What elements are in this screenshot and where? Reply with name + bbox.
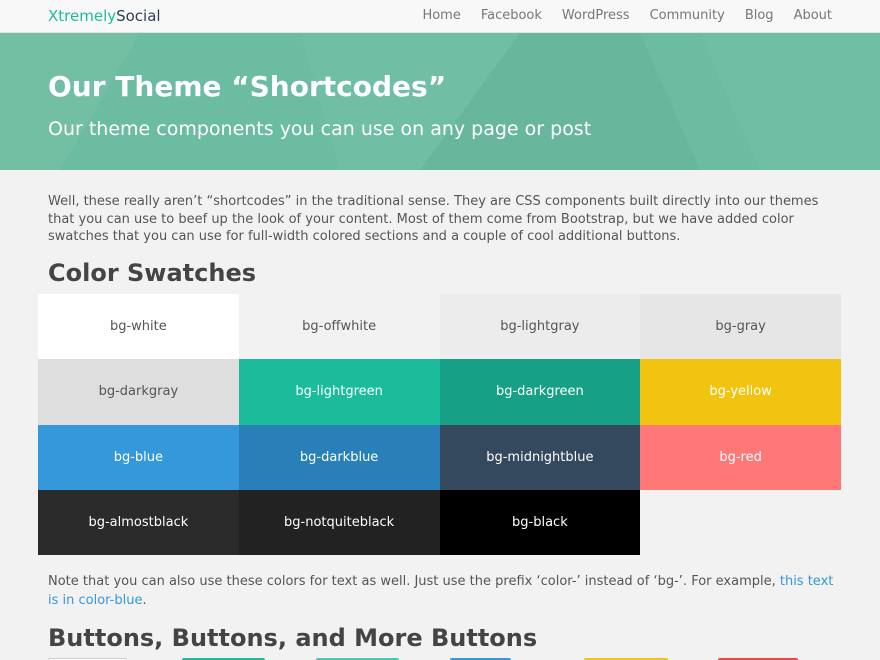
color-swatch-blue: bg-blue — [38, 424, 239, 490]
nav-home-link[interactable]: Home — [422, 6, 460, 26]
color-swatch-yellow: bg-yellow — [640, 359, 841, 425]
brand-name-part2: Social — [116, 7, 161, 25]
color-swatch-grid: bg-white bg-offwhite bg-lightgray bg-gray bg… — [38, 294, 841, 555]
color-swatch-darkgreen: bg-darkgreen — [439, 359, 641, 425]
color-swatches-heading: Color Swatches — [48, 259, 257, 287]
color-swatch-lightgreen: bg-lightgreen — [238, 359, 440, 425]
page-title: Our Theme “Shortcodes” — [48, 70, 447, 103]
color-swatch-notquiteblack: bg-notquiteblack — [238, 489, 440, 555]
color-swatch-white: bg-white — [38, 294, 239, 360]
color-note-paragraph: Note that you can also use these colors … — [48, 572, 838, 610]
nav-community-link[interactable]: Community — [650, 6, 725, 26]
nav-blog-link[interactable]: Blog — [745, 6, 774, 26]
color-swatch-gray: bg-gray — [640, 294, 841, 360]
nav-about-link[interactable]: About — [794, 6, 832, 26]
color-swatch-lightgray: bg-lightgray — [439, 294, 641, 360]
color-swatch-almostblack: bg-almostblack — [38, 489, 239, 555]
color-swatch-darkgray: bg-darkgray — [38, 359, 239, 425]
nav-facebook-link[interactable]: Facebook — [481, 6, 542, 26]
color-swatch-darkblue: bg-darkblue — [238, 424, 440, 490]
color-note-text: Note that you can also use these colors … — [48, 574, 780, 589]
color-swatch-black: bg-black — [439, 489, 641, 555]
color-swatch-offwhite: bg-offwhite — [238, 294, 440, 360]
color-swatch-red: bg-red — [640, 424, 841, 490]
main-nav: Home Facebook WordPress Community Blog A… — [422, 6, 832, 26]
page-subtitle: Our theme components you can use on any … — [48, 118, 592, 140]
navbar: XtremelySocial Home Facebook WordPress C… — [0, 0, 880, 33]
color-note-end: . — [142, 593, 147, 608]
nav-wordpress-link[interactable]: WordPress — [562, 6, 630, 26]
brand-name-part1: Xtremely — [48, 7, 117, 25]
page-header-banner: Our Theme “Shortcodes” Our theme compone… — [0, 33, 880, 170]
intro-paragraph: Well, these really aren’t “shortcodes” i… — [48, 194, 819, 244]
buttons-heading: Buttons, Buttons, and More Buttons — [48, 624, 538, 652]
color-swatch-midnightblue: bg-midnightblue — [439, 424, 641, 490]
site-logo[interactable]: XtremelySocial — [48, 6, 161, 26]
